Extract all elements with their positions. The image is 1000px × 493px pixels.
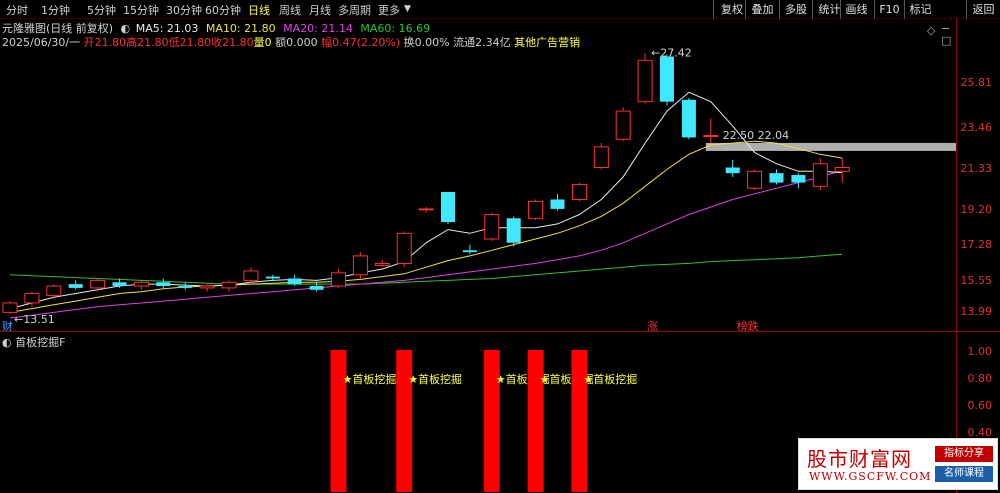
candle-body bbox=[331, 272, 346, 287]
candle-body bbox=[506, 218, 521, 243]
period-tab-more[interactable]: 更多 bbox=[378, 2, 400, 18]
event-mark: 涨 bbox=[647, 320, 658, 331]
period-tab-15min[interactable]: 15分钟 bbox=[123, 2, 159, 18]
range-label: 22.50 22.04 bbox=[723, 129, 789, 142]
candle-body bbox=[309, 286, 324, 290]
indicator-tick: 1.00 bbox=[967, 345, 993, 358]
candle-body bbox=[156, 282, 171, 287]
period-tab-1min[interactable]: 1分钟 bbox=[41, 2, 70, 18]
mark-button[interactable]: 标记 bbox=[904, 0, 936, 19]
candle-body bbox=[484, 214, 500, 240]
ma5-line bbox=[9, 91, 843, 310]
signal-bar bbox=[527, 350, 544, 492]
candle-body bbox=[199, 285, 215, 289]
price-tick: 13.99 bbox=[960, 305, 993, 318]
overlay-button[interactable]: 叠加 bbox=[745, 0, 779, 19]
candle-body bbox=[747, 170, 763, 189]
candle-body bbox=[615, 110, 631, 140]
signal-bar bbox=[396, 350, 413, 492]
candle-body bbox=[265, 276, 280, 279]
range-band bbox=[705, 142, 956, 151]
max-price-label: ←27.42 bbox=[651, 46, 692, 59]
candle-body bbox=[90, 279, 106, 289]
period-tab-weekly[interactable]: 周线 bbox=[279, 2, 301, 18]
watermark-title: 股市财富网 bbox=[807, 447, 912, 471]
multi-stock-button[interactable]: 多股 bbox=[779, 0, 812, 19]
price-tick: 21.33 bbox=[960, 162, 993, 175]
price-tick: 17.28 bbox=[960, 238, 993, 251]
candle-body bbox=[374, 262, 390, 266]
candle-body bbox=[133, 281, 149, 287]
candle-body bbox=[46, 285, 62, 296]
candle-body bbox=[593, 146, 609, 169]
price-tick: 25.81 bbox=[960, 76, 993, 89]
ma60-line bbox=[9, 253, 843, 285]
candle-body bbox=[725, 167, 740, 174]
candle-body bbox=[112, 282, 127, 287]
period-tab-30min[interactable]: 30分钟 bbox=[166, 2, 202, 18]
period-tab-5min[interactable]: 5分钟 bbox=[87, 2, 116, 18]
candle-body bbox=[396, 232, 412, 264]
candle-body bbox=[791, 175, 806, 183]
candle-body bbox=[812, 163, 828, 187]
candle-body bbox=[703, 135, 719, 138]
min-price-label: ←13.51 bbox=[14, 313, 55, 326]
period-tab-fenshi[interactable]: 分时 bbox=[6, 2, 28, 18]
axis-divider bbox=[956, 19, 957, 493]
signal-bar bbox=[483, 350, 500, 492]
period-tab-daily[interactable]: 日线 bbox=[248, 2, 270, 18]
candle-body bbox=[221, 281, 237, 289]
indicator-tick: 0.60 bbox=[967, 399, 993, 412]
price-tick: 19.20 bbox=[960, 203, 993, 216]
candle-body bbox=[660, 56, 674, 102]
watermark-url: WWW.GSCFW.COM bbox=[809, 470, 932, 483]
candle-body bbox=[352, 255, 368, 276]
candle-body bbox=[769, 173, 784, 183]
candle-body bbox=[681, 99, 696, 138]
candle-body bbox=[571, 183, 587, 200]
ma20-line bbox=[9, 170, 843, 319]
more-chevron-icon[interactable]: ▼ bbox=[404, 4, 411, 14]
period-tab-60min[interactable]: 60分钟 bbox=[205, 2, 241, 18]
indicator-tick: 0.80 bbox=[967, 372, 993, 385]
candle-body bbox=[418, 208, 434, 211]
watermark-tag-course: 名师课程 bbox=[935, 466, 993, 482]
candle-body bbox=[528, 200, 544, 219]
site-watermark: 股市财富网 WWW.GSCFW.COM 指标分享 名师课程 bbox=[798, 438, 998, 490]
ma10-line bbox=[9, 140, 843, 313]
candle-body bbox=[68, 284, 83, 288]
price-tick: 23.46 bbox=[960, 121, 993, 134]
candle-body bbox=[441, 191, 455, 223]
stock-chart-window: { "toolbar": { "periods": ["分时","1分钟","5… bbox=[0, 0, 1000, 493]
candle-body bbox=[834, 167, 850, 172]
draw-line-button[interactable]: 画线 bbox=[840, 0, 872, 19]
candle-body bbox=[287, 278, 302, 285]
f10-button[interactable]: F10 bbox=[874, 0, 904, 19]
kline-chart[interactable]: ←27.42 ←13.51 22.50 22.04 财 涨 榜跌 bbox=[0, 19, 956, 331]
candle-body bbox=[637, 59, 653, 103]
signal-bar bbox=[330, 350, 347, 492]
candle-body bbox=[462, 250, 477, 253]
event-mark: 榜跌 bbox=[737, 319, 759, 331]
candle-body bbox=[550, 199, 565, 209]
signal-label: ★首板挖掘 bbox=[343, 372, 397, 386]
watermark-tag-share: 指标分享 bbox=[935, 446, 993, 462]
signal-label: ★首板挖掘 bbox=[583, 372, 637, 386]
signal-label: ★首板挖掘 bbox=[408, 372, 462, 386]
signal-bar bbox=[571, 350, 588, 492]
candle-body bbox=[243, 270, 259, 281]
price-tick: 15.55 bbox=[960, 274, 993, 287]
event-mark: 财 bbox=[2, 319, 13, 331]
candle-body bbox=[2, 302, 18, 313]
period-tab-multi[interactable]: 多周期 bbox=[338, 2, 371, 18]
candle-body bbox=[24, 293, 40, 304]
period-toolbar: 分时 1分钟 5分钟 15分钟 30分钟 60分钟 日线 周线 月线 多周期 更… bbox=[0, 0, 1000, 19]
back-button[interactable]: 返回 bbox=[966, 0, 1000, 19]
candle-body bbox=[178, 286, 193, 288]
period-tab-monthly[interactable]: 月线 bbox=[309, 2, 331, 18]
